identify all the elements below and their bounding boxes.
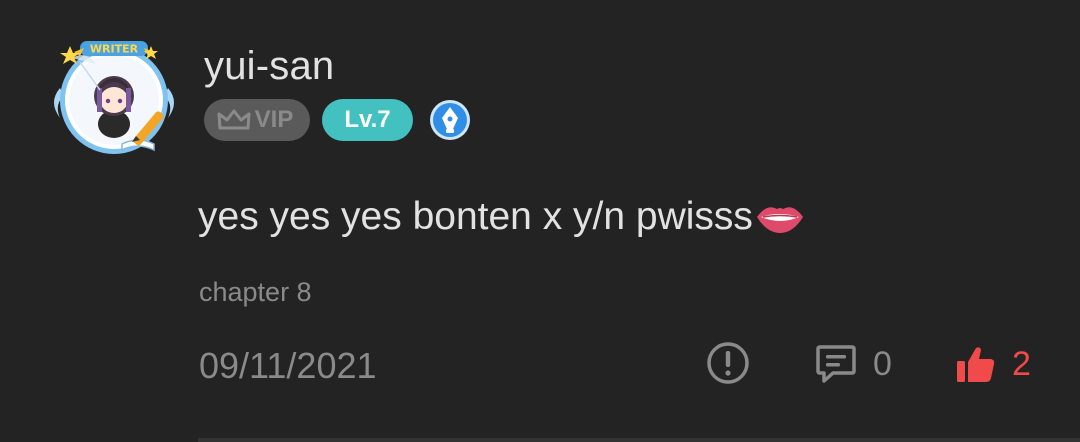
like-button[interactable]: 2 — [956, 342, 1031, 386]
user-avatar[interactable]: WRITER — [50, 40, 178, 160]
comment-text: yes yes yes bonten x y/n pwisss — [198, 195, 753, 238]
avatar-frame-label: WRITER — [90, 43, 139, 56]
comment-card: WRITER yui-san VIP Lv.7 yes yes yes bont… — [0, 0, 1080, 442]
lips-emoji-icon — [756, 207, 803, 233]
user-badges: VIP Lv.7 — [204, 99, 471, 141]
like-count: 2 — [1012, 344, 1031, 383]
vip-badge[interactable]: VIP — [204, 99, 310, 141]
crown-icon — [217, 109, 251, 130]
comment-date: 09/11/2021 — [199, 345, 377, 386]
reply-count: 0 — [873, 344, 892, 383]
reply-button[interactable]: 0 — [815, 342, 892, 386]
thumbs-up-icon — [957, 347, 995, 382]
username[interactable]: yui-san — [204, 44, 334, 89]
comment-body: yes yes yes bonten x y/n pwisss — [198, 195, 805, 239]
pen-nib-icon[interactable] — [429, 99, 471, 141]
exclamation-circle-icon[interactable] — [706, 341, 750, 385]
vip-label: VIP — [254, 106, 294, 133]
chapter-label[interactable]: chapter 8 — [199, 277, 312, 308]
level-badge[interactable]: Lv.7 — [322, 99, 413, 141]
divider — [198, 438, 1080, 442]
comment-bubble-icon — [816, 345, 856, 383]
